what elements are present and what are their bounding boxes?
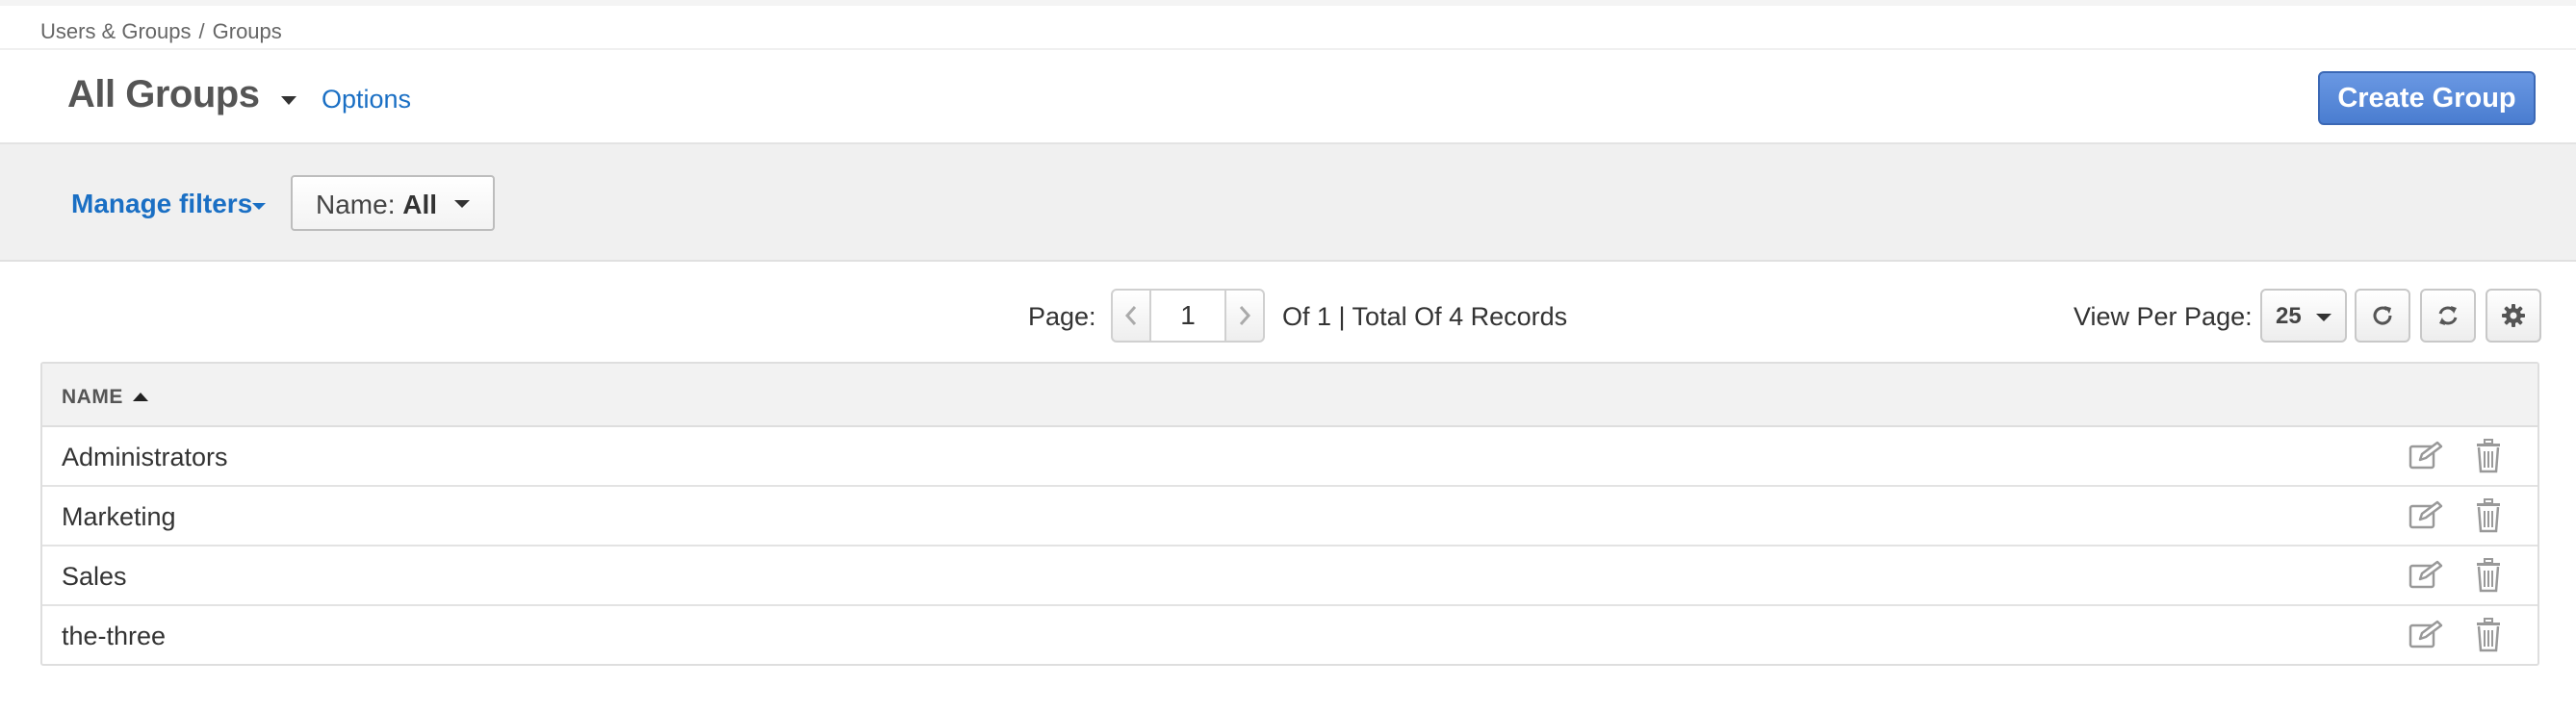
group-name[interactable]: Sales bbox=[62, 562, 127, 592]
manage-filters-caret-icon bbox=[252, 203, 266, 210]
breadcrumb-parent[interactable]: Users & Groups bbox=[40, 19, 192, 43]
table-header: NAME bbox=[42, 364, 2537, 427]
page-header: All Groups Options Create Group bbox=[0, 50, 2576, 144]
table-row[interactable]: Sales bbox=[42, 547, 2537, 606]
edit-icon[interactable] bbox=[2409, 620, 2443, 650]
edit-icon[interactable] bbox=[2409, 441, 2443, 471]
name-filter-label: Name: bbox=[316, 190, 396, 219]
options-link[interactable]: Options bbox=[322, 85, 411, 114]
group-name[interactable]: Marketing bbox=[62, 502, 176, 532]
chevron-left-icon bbox=[1124, 306, 1137, 325]
trash-icon[interactable] bbox=[2474, 618, 2503, 652]
next-page-button[interactable] bbox=[1224, 289, 1265, 343]
table-row[interactable]: Marketing bbox=[42, 487, 2537, 547]
table-row[interactable]: Administrators bbox=[42, 427, 2537, 487]
manage-filters-button[interactable]: Manage filters bbox=[71, 189, 252, 219]
name-column-header[interactable]: NAME bbox=[62, 386, 123, 409]
filter-bar: Manage filters Name: All bbox=[0, 144, 2576, 262]
group-name[interactable]: the-three bbox=[62, 622, 166, 651]
view-per-page-value: 25 bbox=[2276, 303, 2302, 329]
gear-icon bbox=[2502, 304, 2525, 327]
breadcrumb-separator: / bbox=[198, 19, 205, 43]
trash-icon[interactable] bbox=[2474, 439, 2503, 473]
edit-icon[interactable] bbox=[2409, 500, 2443, 531]
create-group-button[interactable]: Create Group bbox=[2318, 71, 2536, 125]
top-bar: Users & Groups / Groups bbox=[0, 0, 2576, 50]
sync-button[interactable] bbox=[2420, 289, 2476, 343]
name-filter-text: Name: All bbox=[316, 190, 437, 220]
pager-label: Page: bbox=[1028, 302, 1096, 331]
sync-icon bbox=[2438, 306, 2458, 325]
previous-page-button[interactable] bbox=[1111, 289, 1151, 343]
chevron-down-icon bbox=[2316, 314, 2331, 321]
name-filter-value: All bbox=[402, 190, 438, 219]
trash-icon[interactable] bbox=[2474, 558, 2503, 593]
breadcrumb-current: Groups bbox=[212, 19, 282, 43]
groups-table: NAME Administrators Marketing Sales the-… bbox=[40, 362, 2539, 666]
breadcrumb: Users & Groups / Groups bbox=[40, 19, 282, 44]
view-per-page-label: View Per Page: bbox=[2074, 302, 2253, 331]
settings-button[interactable] bbox=[2486, 289, 2541, 343]
table-row[interactable]: the-three bbox=[42, 606, 2537, 664]
title-dropdown-caret-icon[interactable] bbox=[281, 96, 296, 105]
view-per-page-select[interactable]: 25 bbox=[2260, 289, 2347, 343]
group-name[interactable]: Administrators bbox=[62, 443, 228, 472]
pager bbox=[1111, 289, 1265, 343]
page-number-input[interactable] bbox=[1151, 289, 1224, 343]
page-title[interactable]: All Groups bbox=[67, 73, 260, 116]
trash-icon[interactable] bbox=[2474, 498, 2503, 533]
refresh-icon bbox=[2373, 306, 2392, 325]
refresh-button[interactable] bbox=[2355, 289, 2410, 343]
chevron-down-icon bbox=[454, 200, 470, 208]
name-filter-dropdown[interactable]: Name: All bbox=[291, 175, 495, 231]
chevron-right-icon bbox=[1239, 306, 1251, 325]
edit-icon[interactable] bbox=[2409, 560, 2443, 591]
pager-info: Of 1 | Total Of 4 Records bbox=[1282, 302, 1568, 331]
sort-ascending-icon bbox=[133, 393, 148, 401]
